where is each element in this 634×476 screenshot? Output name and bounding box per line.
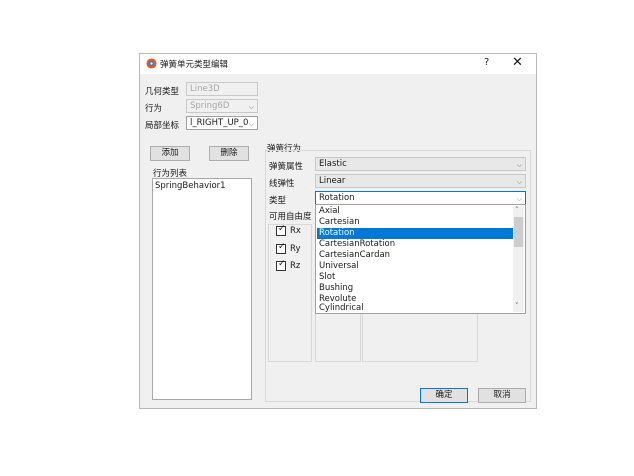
list-item[interactable]: SpringBehavior1 [155, 181, 226, 191]
dropdown-option[interactable]: CartesianRotation [317, 239, 514, 250]
ry-checkbox[interactable]: ✓ [276, 242, 286, 254]
spring-property-label: 弹簧属性 [269, 162, 304, 172]
check-icon: ✓ [278, 259, 286, 269]
dialog-title: 弹簧单元类型编辑 [160, 60, 229, 70]
dropdown-option[interactable]: Axial [317, 206, 514, 217]
title-bar[interactable]: 弹簧单元类型编辑 ? ✕ [140, 54, 536, 74]
scroll-down-icon[interactable]: ˅ [515, 302, 519, 310]
scrollbar-thumb[interactable] [514, 217, 523, 247]
type-select-value: Rotation [319, 193, 355, 203]
help-button[interactable]: ? [484, 57, 489, 68]
dropdown-option-selected[interactable]: Rotation [317, 228, 514, 239]
linear-elastic-select[interactable]: Linear ⌵ [315, 174, 526, 188]
close-button[interactable]: ✕ [512, 55, 523, 70]
dropdown-option[interactable]: Bushing [317, 283, 514, 294]
chevron-down-icon: ⌵ [516, 178, 522, 186]
behavior-select: Spring6D ⌵ [186, 99, 258, 113]
dropdown-option[interactable]: Cylindrical [317, 303, 514, 314]
dropdown-option[interactable]: Universal [317, 261, 514, 272]
delete-button[interactable]: 删除 [209, 146, 249, 161]
add-button[interactable]: 添加 [150, 146, 190, 161]
type-label: 类型 [269, 196, 287, 206]
behavior-label: 行为 [145, 104, 163, 114]
dropdown-option[interactable]: Cartesian [317, 217, 514, 228]
check-icon: ✓ [278, 242, 286, 252]
dropdown-option[interactable]: CartesianCardan [317, 250, 514, 261]
spring-property-select[interactable]: Elastic ⌵ [315, 157, 526, 171]
geometry-type-field: Line3D [186, 82, 258, 96]
scroll-up-icon[interactable]: ˄ [515, 206, 519, 214]
dropdown-option[interactable]: Slot [317, 272, 514, 283]
chevron-down-icon: ⌵ [516, 161, 522, 169]
cancel-button[interactable]: 取消 [478, 388, 526, 403]
local-coord-label: 局部坐标 [145, 121, 180, 131]
ok-button[interactable]: 确定 [420, 388, 468, 403]
chevron-down-icon: ⌵ [248, 120, 254, 128]
behavior-select-value: Spring6D [190, 101, 230, 111]
ry-label: Ry [290, 244, 301, 254]
geometry-type-label: 几何类型 [145, 87, 180, 97]
rx-checkbox[interactable]: ✓ [276, 224, 286, 236]
check-icon: ✓ [278, 224, 286, 234]
rz-checkbox[interactable]: ✓ [276, 259, 286, 271]
local-coord-select[interactable]: l_RIGHT_UP_0 ⌵ [186, 116, 258, 130]
type-select[interactable]: Rotation ⌵ [315, 191, 526, 205]
chevron-down-icon: ⌵ [248, 103, 254, 111]
spring-property-value: Elastic [319, 159, 347, 169]
behavior-list[interactable]: SpringBehavior1 [152, 178, 252, 400]
linear-elastic-label: 线弹性 [269, 179, 295, 189]
type-dropdown-list[interactable]: Axial Cartesian Rotation CartesianRotati… [315, 204, 526, 314]
available-dof-label: 可用自由度 [269, 212, 312, 222]
app-icon [146, 58, 157, 69]
rx-label: Rx [290, 226, 301, 236]
local-coord-select-value: l_RIGHT_UP_0 [190, 118, 249, 128]
rz-label: Rz [290, 261, 301, 271]
linear-elastic-value: Linear [319, 176, 346, 186]
spring-element-type-dialog: 弹簧单元类型编辑 ? ✕ 几何类型 Line3D 行为 Spring6D ⌵ 局… [139, 53, 537, 409]
